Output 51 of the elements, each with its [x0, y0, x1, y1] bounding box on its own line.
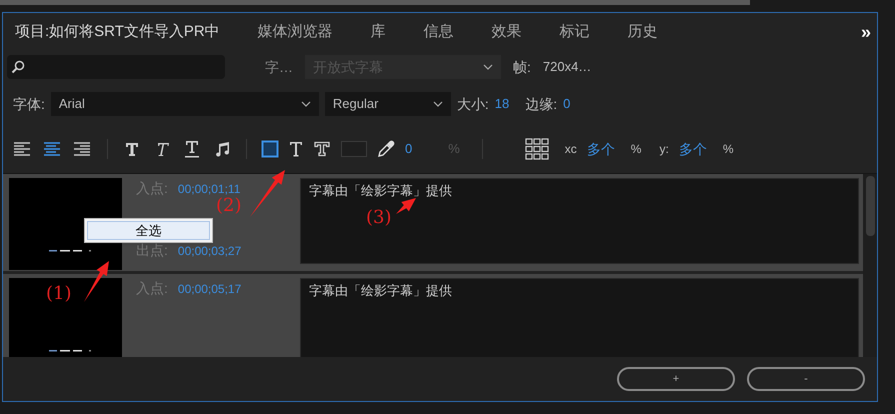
outline-text-icon[interactable] [313, 141, 331, 157]
annotation-number: (1) [46, 282, 72, 306]
frame-label: 帧: [513, 58, 531, 76]
size-value[interactable]: 18 [494, 94, 510, 114]
y-value[interactable]: 多个 [678, 138, 707, 160]
style-dropdown[interactable]: Regular [324, 92, 451, 116]
panel-tab[interactable]: 库 [370, 20, 386, 44]
scrollbar-thumb[interactable] [866, 176, 874, 236]
align-icon[interactable] [73, 141, 93, 157]
color-swatch[interactable] [341, 141, 367, 157]
grid-icon[interactable] [524, 138, 549, 160]
panel-tab[interactable]: 效果 [492, 20, 522, 44]
annotation-number: (2) [216, 194, 242, 218]
annotation-number: (3) [366, 206, 392, 230]
percent-sign: % [722, 141, 734, 158]
y-label: y: [659, 141, 669, 158]
square-icon[interactable] [261, 140, 279, 158]
panel-tab[interactable]: 项目:如何将SRT文件导入PR中 [15, 20, 220, 44]
align-icon[interactable] [43, 141, 63, 157]
bold-icon[interactable] [124, 141, 140, 157]
percent-sign: % [448, 140, 460, 158]
size-label: 大小: [456, 94, 489, 114]
x-value[interactable]: 多个 [586, 138, 615, 160]
panel-tab[interactable]: 信息 [424, 20, 454, 44]
edge-value[interactable]: 0 [563, 94, 570, 114]
underline-icon[interactable] [184, 140, 200, 158]
chevron-down-icon [483, 64, 493, 70]
search-field[interactable] [7, 55, 225, 79]
align-icon[interactable] [13, 141, 33, 157]
panel-tab[interactable]: 历史 [628, 20, 658, 44]
select-all-menu-item[interactable]: 全选 [87, 221, 210, 240]
opacity-value[interactable]: 0 [405, 139, 412, 159]
remove-button[interactable]: - [747, 367, 865, 391]
search-icon [11, 60, 25, 74]
text-icon[interactable] [289, 141, 303, 157]
font-label: 字体: [13, 94, 45, 114]
x-label: xc [564, 141, 577, 158]
percent-sign: % [630, 141, 642, 158]
chevron-down-icon [432, 101, 443, 107]
eyedropper-icon[interactable] [377, 140, 395, 158]
stream-label: 字… [265, 58, 293, 76]
chevron-down-icon [300, 101, 311, 107]
more-tabs-button[interactable]: » [860, 18, 871, 46]
panel-tab[interactable]: 媒体浏览器 [258, 20, 333, 44]
music-note-icon[interactable] [214, 141, 230, 157]
frame-size: 720x4… [542, 58, 592, 76]
caption-text-field[interactable]: 字幕由「绘影字幕」提供 [300, 278, 859, 357]
add-button[interactable]: + [617, 367, 735, 391]
font-dropdown[interactable]: Arial [50, 92, 319, 116]
edge-label: 边缘: [525, 94, 558, 114]
panel-tab[interactable]: 标记 [560, 20, 590, 44]
